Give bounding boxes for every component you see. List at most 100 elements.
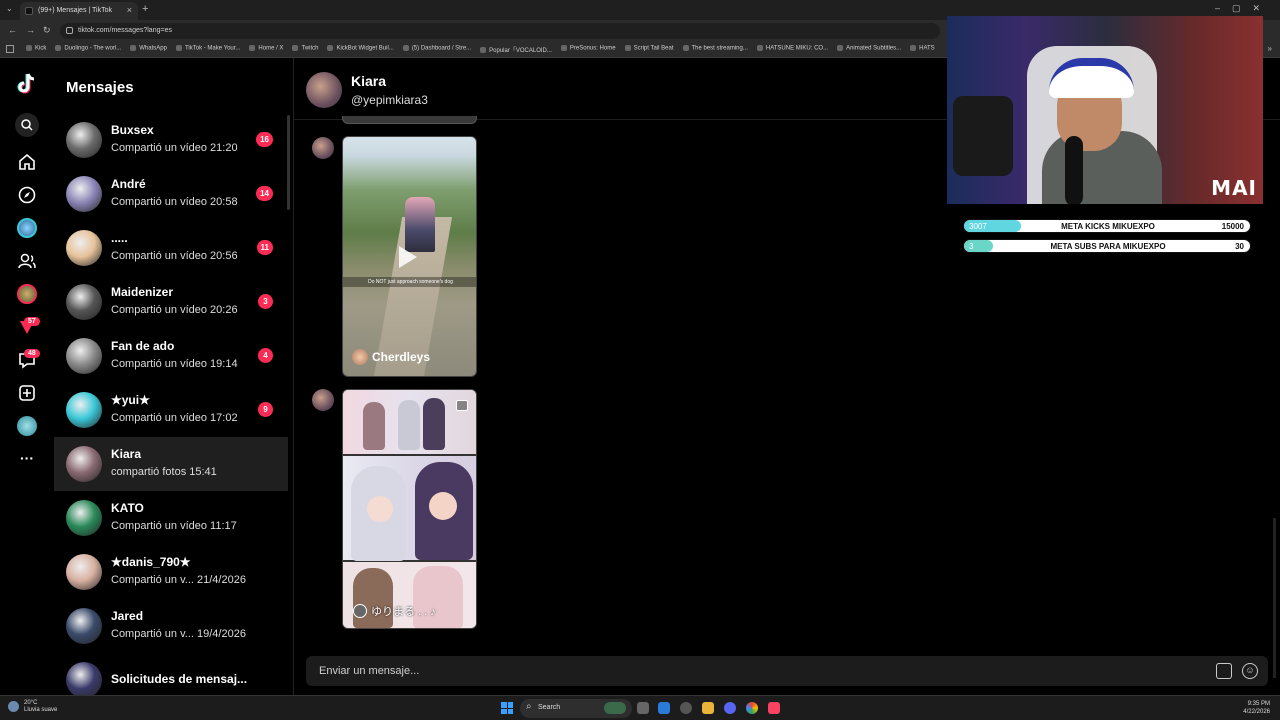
start-icon[interactable] xyxy=(501,702,513,714)
settings-app-icon[interactable] xyxy=(680,702,692,714)
tab-search-icon[interactable]: ⌄ xyxy=(6,4,13,13)
message-composer[interactable]: Enviar un mensaje... ☺ xyxy=(306,656,1268,686)
search-icon[interactable] xyxy=(15,113,39,137)
conversation-avatar xyxy=(66,230,102,266)
conversation-item[interactable]: Fan de ado Compartió un vídeo 19:14 4 xyxy=(54,329,288,383)
explore-icon[interactable] xyxy=(17,185,37,205)
profile-avatar-icon[interactable] xyxy=(17,416,37,436)
play-icon[interactable] xyxy=(399,246,417,268)
conversation-item[interactable]: Maidenizer Compartió un vídeo 20:26 3 xyxy=(54,275,288,329)
bookmark-item[interactable]: KickBot Widget Buil... xyxy=(327,45,393,54)
conversation-preview: Compartió un vídeo 20:58 xyxy=(111,196,238,208)
live-avatar-icon[interactable] xyxy=(17,218,37,238)
conversation-avatar xyxy=(66,446,102,482)
apps-icon[interactable] xyxy=(6,45,14,53)
file-explorer-icon[interactable] xyxy=(702,702,714,714)
bookmark-item[interactable]: Script Tail Beat xyxy=(625,45,674,54)
browser-tab[interactable]: (99+) Mensajes | TikTok × xyxy=(20,2,138,20)
widgets-icon[interactable] xyxy=(604,702,626,714)
url-field[interactable]: tiktok.com/messages?lang=es xyxy=(60,23,940,39)
bookmark-item[interactable]: Popular「VOCALOID... xyxy=(480,45,552,54)
video-caption: Do NOT just approach someone's dog xyxy=(343,277,476,287)
site-info-icon[interactable] xyxy=(66,27,73,34)
discord-icon[interactable] xyxy=(724,702,736,714)
tiktok-logo-icon[interactable] xyxy=(17,73,37,94)
conversation-item[interactable]: ★danis_790★ Compartió un v... 21/4/2026 xyxy=(54,545,288,599)
forward-icon[interactable]: → xyxy=(26,25,35,35)
conversation-name: Fan de ado xyxy=(111,339,175,353)
conversation-item[interactable]: KATO Compartió un vídeo 11:17 xyxy=(54,491,288,545)
conversation-avatar xyxy=(66,122,102,158)
goal-bar: 3 META SUBS PARA MIKUEXPO 30 xyxy=(963,239,1251,253)
message-avatar[interactable] xyxy=(312,389,334,411)
unread-badge: 3 xyxy=(258,294,273,309)
system-clock[interactable]: 9:35 PM 4/22/2026 xyxy=(1243,700,1270,716)
conversation-preview: Compartió un v... 19/4/2026 xyxy=(111,628,246,640)
conversation-avatar xyxy=(66,338,102,374)
image-upload-icon[interactable] xyxy=(1216,663,1232,679)
conversation-avatar xyxy=(66,392,102,428)
video-author[interactable]: Cherdleys xyxy=(352,349,430,365)
channel-logo: MAI xyxy=(1211,176,1257,200)
chrome-icon[interactable] xyxy=(746,702,758,714)
back-icon[interactable]: ← xyxy=(8,25,17,35)
more-bookmarks-icon[interactable]: » xyxy=(1268,44,1272,53)
new-tab-icon[interactable]: + xyxy=(142,3,148,15)
bookmark-item[interactable]: Duolingo - The worl... xyxy=(55,45,121,54)
bookmark-item[interactable]: WhatsApp xyxy=(130,45,167,54)
bookmark-item[interactable]: Twitch xyxy=(292,45,318,54)
task-view-icon[interactable] xyxy=(637,702,649,714)
conversation-item[interactable]: Buxsex Compartió un vídeo 21:20 16 xyxy=(54,113,288,167)
conversation-name: Solicitudes de mensaj... xyxy=(111,672,248,686)
conversation-item[interactable]: Solicitudes de mensaj... xyxy=(54,653,288,695)
shared-video-card[interactable]: Do NOT just approach someone's dog Cherd… xyxy=(342,136,477,377)
bookmark-item[interactable]: TikTok - Make Your... xyxy=(176,45,240,54)
art-panel-2 xyxy=(343,456,476,562)
bookmark-item[interactable]: HATS xyxy=(910,45,935,54)
chat-avatar[interactable] xyxy=(306,72,342,108)
bookmark-item[interactable]: (5) Dashboard / Stre... xyxy=(403,45,471,54)
chat-name[interactable]: Kiara xyxy=(351,73,386,89)
message-input[interactable]: Enviar un mensaje... xyxy=(319,665,419,677)
edge-icon[interactable] xyxy=(658,702,670,714)
friends-avatar-icon[interactable] xyxy=(17,284,37,304)
conversation-scrollbar[interactable] xyxy=(287,115,290,210)
conversation-item[interactable]: ..... Compartió un vídeo 20:56 11 xyxy=(54,221,288,275)
bookmark-item[interactable]: Kick xyxy=(26,45,46,54)
goal-label: META SUBS PARA MIKUEXPO xyxy=(1050,242,1166,251)
bookmark-item[interactable]: Animated Subtitles... xyxy=(837,45,901,54)
bookmark-item[interactable]: PreSonus: Home xyxy=(561,45,616,54)
bookmark-item[interactable]: Home / X xyxy=(249,45,283,54)
tiktok-nav-rail: 57 48 ··· xyxy=(0,58,54,695)
conversation-item[interactable]: André Compartió un vídeo 20:58 14 xyxy=(54,167,288,221)
upload-icon[interactable] xyxy=(17,383,37,403)
conversation-item[interactable]: ★yui★ Compartió un vídeo 17:02 9 xyxy=(54,383,288,437)
video-author-avatar xyxy=(352,349,368,365)
conversation-avatar xyxy=(66,554,102,590)
chat-handle[interactable]: @yepimkiara3 xyxy=(351,93,428,107)
photo-author[interactable]: ゆりまる . . ♪ xyxy=(353,603,436,619)
conversation-avatar xyxy=(66,176,102,212)
conversation-item[interactable]: Kiara compartió fotos 15:41 xyxy=(54,437,288,491)
tab-title: (99+) Mensajes | TikTok xyxy=(38,7,112,14)
more-icon[interactable]: ··· xyxy=(17,448,37,468)
home-icon[interactable] xyxy=(17,152,37,172)
emoji-icon[interactable]: ☺ xyxy=(1242,663,1258,679)
close-tab-icon[interactable]: × xyxy=(127,5,132,15)
photo-author-avatar xyxy=(353,604,367,618)
weather-widget[interactable]: 20°C Lluvia suave xyxy=(8,700,57,714)
reload-icon[interactable]: ↻ xyxy=(43,25,51,36)
message-avatar[interactable] xyxy=(312,137,334,159)
conversation-avatar xyxy=(66,608,102,644)
window-controls[interactable]: –▢✕ xyxy=(1215,3,1272,14)
bookmark-item[interactable]: The best streaming... xyxy=(683,45,748,54)
music-app-icon[interactable] xyxy=(768,702,780,714)
following-icon[interactable] xyxy=(17,251,37,271)
conversation-preview: Compartió un vídeo 19:14 xyxy=(111,358,238,370)
webcam-drums xyxy=(953,96,1013,176)
previous-shared-card[interactable] xyxy=(342,116,477,124)
conversation-item[interactable]: Jared Compartió un v... 19/4/2026 xyxy=(54,599,288,653)
bookmark-item[interactable]: HATSUNE MIKU: CO... xyxy=(757,45,828,54)
shared-photo-card[interactable]: ゆりまる . . ♪ xyxy=(342,389,477,629)
chat-scrollbar[interactable] xyxy=(1273,518,1276,678)
